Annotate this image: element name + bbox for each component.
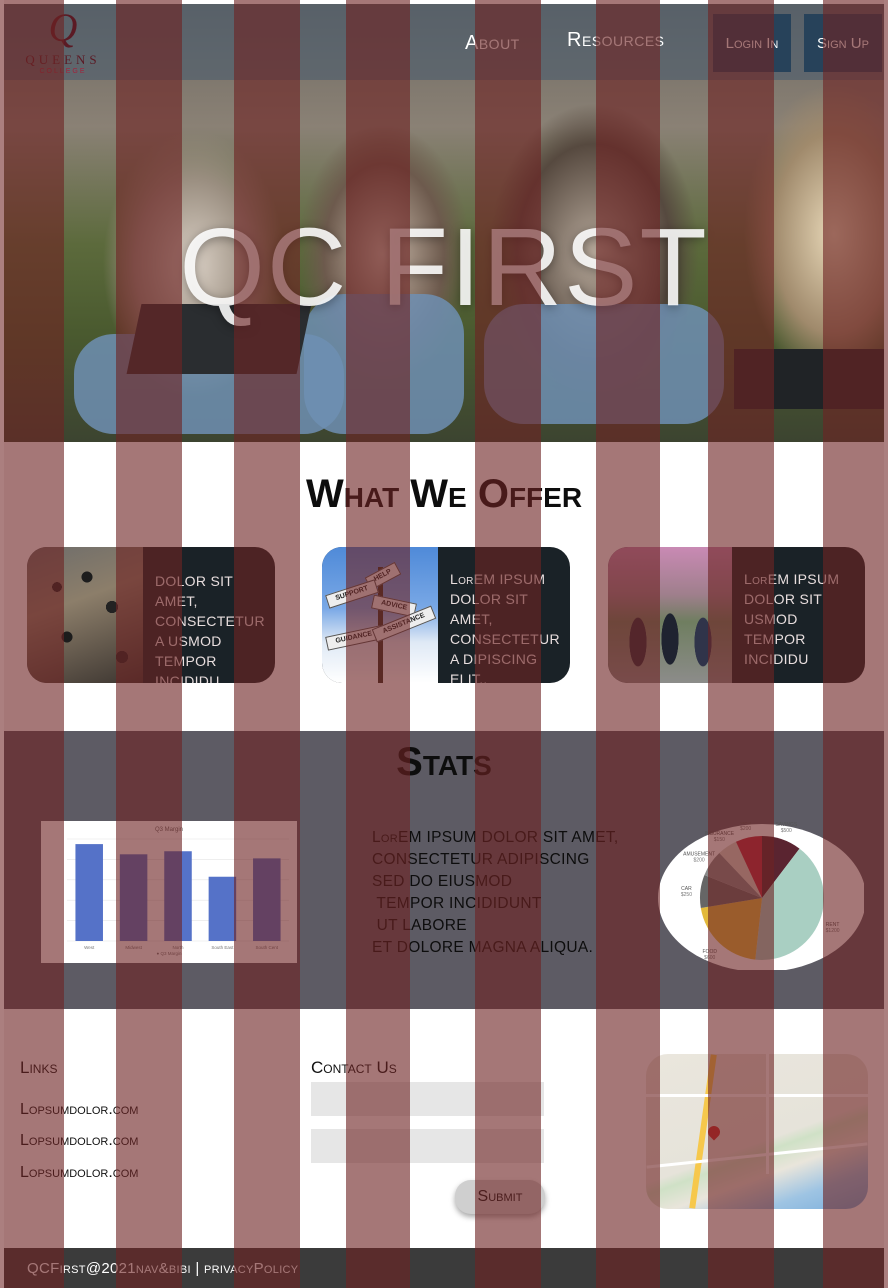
pie-slice-value: $600 bbox=[704, 955, 715, 961]
bar-category-label: North bbox=[172, 945, 184, 950]
stats-description: Lorem ipsum dolor sit amet, consectetur … bbox=[372, 827, 632, 959]
logo-q: Q bbox=[48, 5, 78, 50]
site-footer: QCFirst@2021nav&bibi | privacyPolicy bbox=[4, 1248, 884, 1288]
footer-link[interactable]: Lopsumdolor.com bbox=[20, 1101, 138, 1119]
queens-college-logo[interactable]: Q QUEENS COLLEGE bbox=[18, 8, 108, 78]
location-map[interactable] bbox=[646, 1054, 868, 1209]
offer-card-text: dolor sit amet, consectetur a usmod temp… bbox=[155, 573, 265, 683]
offer-card-lead: Lor bbox=[450, 571, 474, 587]
offer-card[interactable]: Lorem ipsum dolor sit usmod tempor incid… bbox=[608, 547, 865, 683]
contact-email-field[interactable] bbox=[311, 1129, 544, 1163]
bar bbox=[119, 854, 148, 941]
bar-category-label: South East bbox=[211, 945, 234, 950]
contact-name-field[interactable] bbox=[311, 1082, 544, 1116]
offer-card-text: Lorem ipsum dolor sit amet, consectetur … bbox=[438, 547, 570, 683]
signpost-photo: HELP SUPPORT ADVICE GUIDANCE ASSISTANCE bbox=[322, 547, 438, 683]
nav-about-link[interactable]: About bbox=[465, 32, 520, 55]
offer-card-text: Lorem ipsum dolor sit usmod tempor incid… bbox=[732, 547, 865, 683]
map-road bbox=[766, 1054, 769, 1174]
logo-sub: COLLEGE bbox=[39, 68, 87, 75]
map-road bbox=[646, 1142, 868, 1169]
map-pin-icon bbox=[705, 1123, 723, 1141]
bar-category-label: Midwest bbox=[125, 945, 142, 950]
offer-title: What We Offer bbox=[305, 472, 583, 516]
laptop-detail bbox=[734, 349, 884, 409]
bar-legend: ● Q3 Margin bbox=[157, 951, 182, 956]
bar-chart-svg: Q3 Margin West Midwest North South East South… bbox=[67, 827, 289, 956]
pie-slice-value: $500 bbox=[781, 828, 792, 834]
stats-body: em ipsum dolor sit amet, consectetur adi… bbox=[372, 829, 619, 956]
signup-button[interactable]: Sign Up bbox=[804, 14, 882, 72]
bar-category-label: West bbox=[84, 945, 95, 950]
nav-resources-link[interactable]: Resources bbox=[567, 29, 665, 52]
offer-card-body: em ipsum dolor sit amet, consectetur a d… bbox=[450, 571, 560, 683]
offer-card[interactable]: HELP SUPPORT ADVICE GUIDANCE ASSISTANCE … bbox=[322, 547, 570, 683]
footer-copyright: QCFirst@2021nav&bibi | privacyPolicy bbox=[27, 1260, 299, 1277]
contact-title: Contact Us bbox=[311, 1058, 397, 1077]
bar-category-label: South Cent bbox=[256, 945, 279, 950]
pie-slice-value: $250 bbox=[681, 892, 692, 898]
submit-button[interactable]: Submit bbox=[455, 1180, 545, 1214]
graduation-photo bbox=[27, 547, 143, 683]
footer-link[interactable]: Lopsumdolor.com bbox=[20, 1132, 138, 1150]
links-title: Links bbox=[20, 1058, 58, 1077]
hero-title: QC FIRST bbox=[179, 206, 709, 329]
pie-slice-value: $200 bbox=[694, 857, 705, 863]
logo-name: QUEENS bbox=[25, 52, 101, 67]
pie-slice-value: $200 bbox=[740, 826, 751, 832]
bar bbox=[253, 858, 281, 941]
offer-card[interactable]: dolor sit amet, consectetur a usmod temp… bbox=[27, 547, 275, 683]
bar bbox=[164, 851, 192, 941]
stats-lead: Lor bbox=[372, 829, 399, 846]
footer-link[interactable]: Lopsumdolor.com bbox=[20, 1164, 138, 1182]
pie-slice-value: $1200 bbox=[826, 928, 840, 934]
pie-chart-svg: SAVINGS$500RENT$1200FOOD$600CAR$250AMUSE… bbox=[658, 820, 866, 972]
pie-chart: SAVINGS $500 RENT $1200 FOOD $600 CAR $250 AMUSE… bbox=[650, 820, 866, 972]
bar bbox=[75, 844, 103, 941]
stripe bbox=[884, 0, 888, 1288]
map-road bbox=[646, 1094, 868, 1097]
students-walking-photo bbox=[608, 547, 732, 683]
stats-title: Stats bbox=[396, 740, 492, 784]
bar-chart: Q3 Margin West Midwest North South East South… bbox=[41, 821, 297, 963]
bar bbox=[208, 876, 237, 941]
pie-slice-value: $150 bbox=[714, 837, 725, 843]
offer-card-lead: Lor bbox=[744, 571, 768, 587]
login-button[interactable]: Login In bbox=[713, 14, 791, 72]
bar-chart-title: Q3 Margin bbox=[155, 827, 183, 833]
